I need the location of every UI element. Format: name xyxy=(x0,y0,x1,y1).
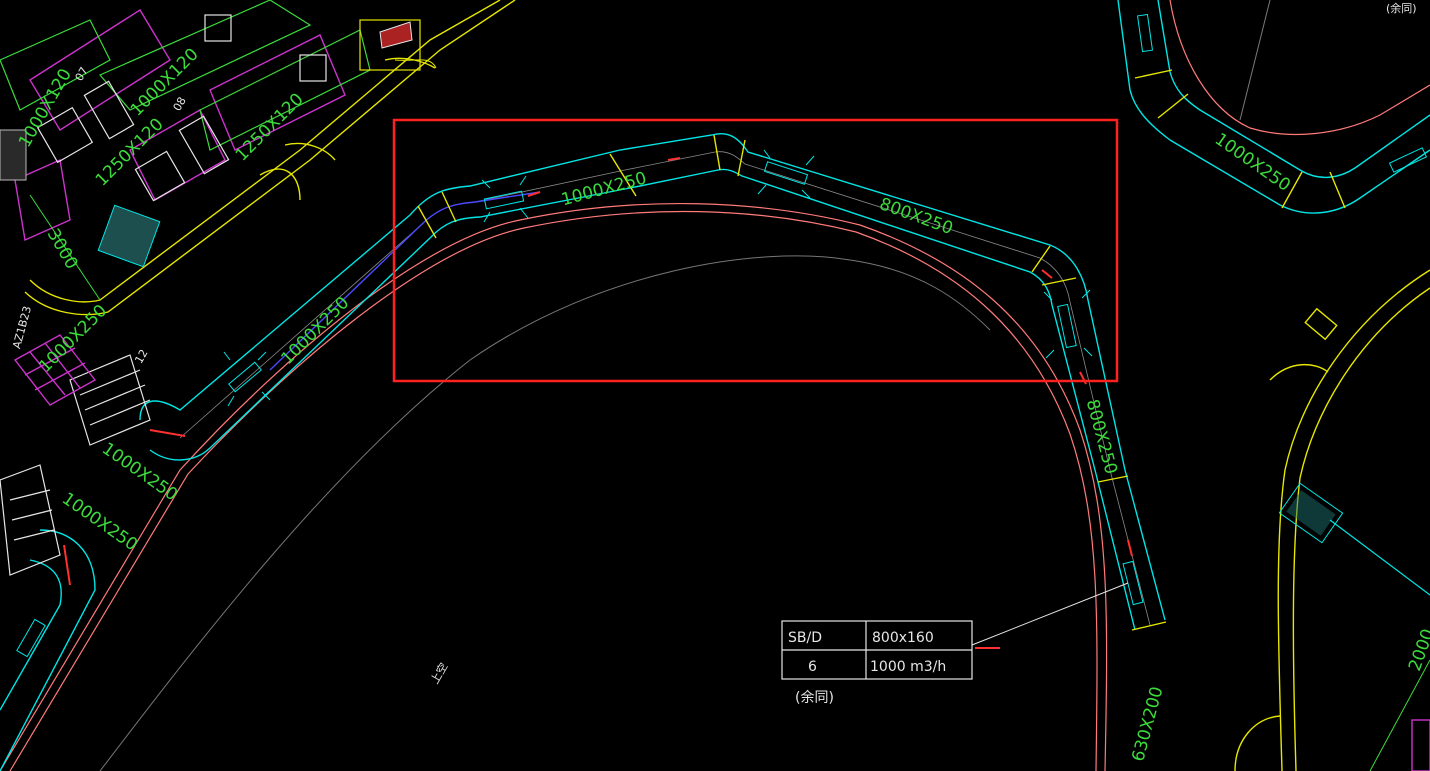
lower-left-red xyxy=(63,544,71,586)
duct-label-lower-left-1: 1000X250 xyxy=(98,439,181,505)
spec-cell-flow: 1000 m3/h xyxy=(870,659,946,675)
duct-label-bottom-right: 630X200 xyxy=(1128,685,1167,764)
duct-label-upper-left-1: 1000X120 xyxy=(127,44,203,120)
duct-label-lower-left-2: 1000X250 xyxy=(58,489,141,555)
spec-table: SB/D 800x160 6 1000 m3/h (余同) xyxy=(781,620,973,706)
upper-left-walls xyxy=(24,0,516,316)
top-right-diffuser-2 xyxy=(1388,147,1428,173)
spec-leader-line xyxy=(971,582,1129,646)
spec-cell-count: 6 xyxy=(808,659,817,675)
duct-joints xyxy=(417,134,1167,631)
left-middle-equipment xyxy=(69,354,151,446)
duct-label-main-left: 1000X250 xyxy=(277,293,353,369)
tag-08: 08 xyxy=(171,95,189,114)
spec-note: (余同) xyxy=(795,689,834,706)
dim-2000-label: 2000 xyxy=(1405,626,1430,673)
duct-label-right-vertical: 800X250 xyxy=(1082,397,1121,476)
duct-label-top-right: 1000X250 xyxy=(1211,129,1294,195)
duct-label-main-right: 800X250 xyxy=(877,194,956,239)
dim-line-2000 xyxy=(1369,659,1430,771)
duct-label-small-left: 1000X250 xyxy=(35,301,111,377)
spec-cell-type: SB/D xyxy=(788,630,822,646)
right-yellow-wall xyxy=(1234,269,1430,771)
diffuser-bottom xyxy=(1122,560,1144,606)
lower-left-equipment xyxy=(0,464,61,576)
upper-left-equipment xyxy=(14,9,346,242)
top-right-diffuser xyxy=(1136,13,1154,53)
lower-left-duct xyxy=(0,529,96,771)
dim-3000-label: 3000 xyxy=(43,225,82,272)
right-hatch-block xyxy=(1278,482,1344,544)
same-note-top: (余同) xyxy=(1386,1,1417,15)
tag-12: 12 xyxy=(132,347,150,366)
top-right-joints xyxy=(1134,69,1346,209)
contour-tick xyxy=(1239,0,1271,121)
duct-centerline xyxy=(179,151,1151,626)
up-label: 上空 xyxy=(427,660,450,686)
background-contour xyxy=(99,255,991,771)
tag-side: AZ1B23 xyxy=(10,305,34,350)
duct-label-upper-left-3: 1250X120 xyxy=(232,89,308,165)
right-cyan-pipe xyxy=(1329,519,1430,596)
selection-box[interactable] xyxy=(392,118,1119,383)
spec-cell-size: 800x160 xyxy=(872,630,934,646)
duct-label-upper-left-2: 1250X120 xyxy=(92,114,168,190)
cad-drawing: SB/D 800x160 6 1000 m3/h (余同) 1000X250 8… xyxy=(0,0,1430,771)
red-markers xyxy=(149,157,1133,649)
top-right-wall xyxy=(1169,0,1430,136)
right-magenta-box xyxy=(1411,719,1430,771)
tag-07: 07 xyxy=(73,65,91,84)
